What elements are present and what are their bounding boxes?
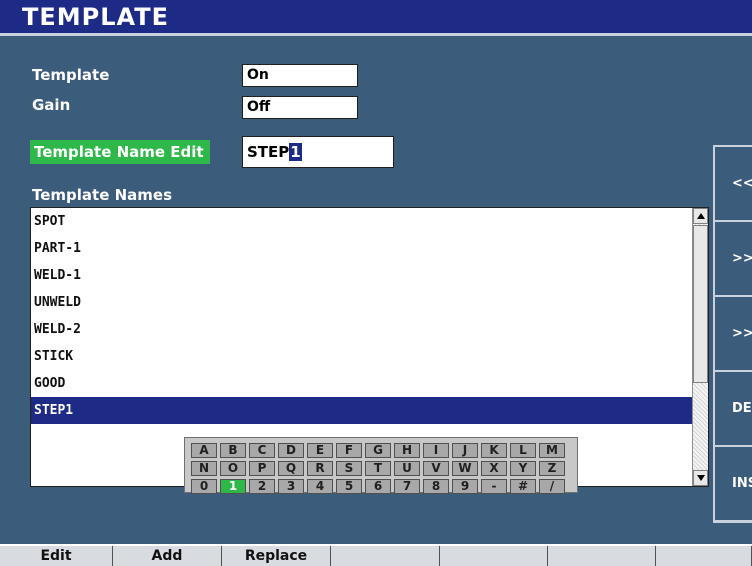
list-item[interactable]: STICK [31, 343, 693, 370]
key-X[interactable]: X [481, 461, 507, 476]
key-F[interactable]: F [336, 443, 362, 458]
key-H[interactable]: H [394, 443, 420, 458]
key-Q[interactable]: Q [278, 461, 304, 476]
blank-soft-button[interactable] [656, 546, 752, 566]
replace-button[interactable]: Replace [222, 546, 331, 566]
key-/[interactable]: / [539, 479, 565, 494]
keyboard-row: ABCDEFGHIJKLM [191, 443, 571, 458]
key-4[interactable]: 4 [307, 479, 333, 494]
scroll-down-button[interactable] [693, 470, 708, 486]
key-C[interactable]: C [249, 443, 275, 458]
key-5[interactable]: 5 [336, 479, 362, 494]
template-name-edit-field[interactable]: STEP1 [242, 136, 394, 168]
key-1[interactable]: 1 [220, 479, 246, 494]
key-A[interactable]: A [191, 443, 217, 458]
key-E[interactable]: E [307, 443, 333, 458]
blank-soft-button[interactable] [440, 546, 548, 566]
list-item[interactable]: GOOD [31, 370, 693, 397]
title-bar: TEMPLATE [0, 0, 752, 36]
next-button[interactable]: >> [715, 222, 752, 297]
edit-sidebar: <<>>>>|DELINS [713, 145, 752, 523]
key-N[interactable]: N [191, 461, 217, 476]
template-name-edit-label: Template Name Edit [30, 140, 210, 164]
key-G[interactable]: G [365, 443, 391, 458]
key-8[interactable]: 8 [423, 479, 449, 494]
key-V[interactable]: V [423, 461, 449, 476]
key-6[interactable]: 6 [365, 479, 391, 494]
list-item[interactable]: SPOT [31, 208, 693, 235]
list-item[interactable]: PART-1 [31, 235, 693, 262]
keyboard-row: 0 1 2 3 4 5 6 7 8 9- # / [191, 479, 571, 494]
key-I[interactable]: I [423, 443, 449, 458]
list-item[interactable]: UNWELD [31, 289, 693, 316]
key-#[interactable]: # [510, 479, 536, 494]
key-9[interactable]: 9 [452, 479, 478, 494]
template-label: Template [32, 66, 110, 84]
template-names-header: Template Names [32, 186, 173, 204]
key-2[interactable]: 2 [249, 479, 275, 494]
key-3[interactable]: 3 [278, 479, 304, 494]
insert-button[interactable]: INS [715, 447, 752, 522]
key-J[interactable]: J [452, 443, 478, 458]
page-title: TEMPLATE [22, 3, 170, 31]
end-button[interactable]: >>| [715, 297, 752, 372]
gain-field[interactable]: Off [242, 96, 358, 119]
list-item[interactable]: STEP1 [31, 397, 693, 424]
key-S[interactable]: S [336, 461, 362, 476]
keyboard-row: NOPQRSTUVWXYZ [191, 461, 571, 476]
scroll-thumb[interactable] [693, 225, 708, 383]
key-D[interactable]: D [278, 443, 304, 458]
gain-label: Gain [32, 96, 71, 114]
key-T[interactable]: T [365, 461, 391, 476]
blank-soft-button[interactable] [331, 546, 440, 566]
template-field[interactable]: On [242, 64, 358, 87]
key-7[interactable]: 7 [394, 479, 420, 494]
key-W[interactable]: W [452, 461, 478, 476]
key-K[interactable]: K [481, 443, 507, 458]
arrow-up-icon [697, 213, 705, 219]
bottom-button-bar: Edit Add Replace [0, 544, 752, 566]
key-Y[interactable]: Y [510, 461, 536, 476]
key-Z[interactable]: Z [539, 461, 565, 476]
arrow-down-icon [697, 475, 705, 481]
edit-button[interactable]: Edit [0, 546, 113, 566]
key-P[interactable]: P [249, 461, 275, 476]
scroll-up-button[interactable] [693, 208, 708, 224]
add-button[interactable]: Add [113, 546, 222, 566]
blank-soft-button[interactable] [548, 546, 656, 566]
on-screen-keyboard: A B C D E F G H I J K L M N O P Q R S T U V W X Y Z 0 1 2 3 4 5 6 7 8 9- # / [184, 437, 578, 494]
key-B[interactable]: B [220, 443, 246, 458]
list-item[interactable]: WELD-2 [31, 316, 693, 343]
key-R[interactable]: R [307, 461, 333, 476]
name-edit-text: STEP [247, 143, 290, 161]
text-cursor: 1 [289, 143, 302, 161]
list-item[interactable]: WELD-1 [31, 262, 693, 289]
previous-button[interactable]: << [715, 147, 752, 222]
key-O[interactable]: O [220, 461, 246, 476]
delete-button[interactable]: DEL [715, 372, 752, 447]
key--[interactable]: - [481, 479, 507, 494]
key-L[interactable]: L [510, 443, 536, 458]
list-scrollbar[interactable] [692, 208, 708, 486]
key-U[interactable]: U [394, 461, 420, 476]
key-0[interactable]: 0 [191, 479, 217, 494]
key-M[interactable]: M [539, 443, 565, 458]
